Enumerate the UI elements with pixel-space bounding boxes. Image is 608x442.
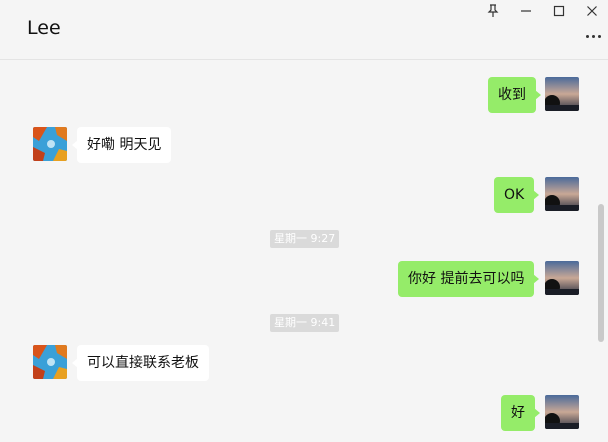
outgoing-message-bubble[interactable]: OK <box>494 177 540 213</box>
scrollbar-thumb[interactable] <box>598 204 604 342</box>
timestamp: 星期一 9:27 <box>270 230 340 248</box>
own-avatar[interactable] <box>545 177 579 211</box>
message-list[interactable]: 收到 好嘞 明天见 OK 星期一 9:27 你好 提前去可以吗 星期一 9:41… <box>0 61 608 442</box>
outgoing-message-bubble[interactable]: 好 <box>501 395 540 431</box>
close-icon[interactable] <box>581 2 603 20</box>
contact-avatar[interactable] <box>33 127 67 161</box>
maximize-icon[interactable] <box>548 2 570 20</box>
contact-avatar[interactable] <box>33 345 67 379</box>
incoming-message-bubble[interactable]: 好嘞 明天见 <box>71 127 172 163</box>
own-avatar[interactable] <box>545 261 579 295</box>
minimize-icon[interactable] <box>515 2 537 20</box>
pin-icon[interactable] <box>482 2 504 20</box>
chat-title: Lee <box>27 17 61 39</box>
more-icon[interactable] <box>584 28 602 44</box>
outgoing-message-bubble[interactable]: 收到 <box>488 77 541 113</box>
own-avatar[interactable] <box>545 77 579 111</box>
own-avatar[interactable] <box>545 395 579 429</box>
outgoing-message-bubble[interactable]: 你好 提前去可以吗 <box>398 261 540 297</box>
timestamp: 星期一 9:41 <box>270 314 340 332</box>
incoming-message-bubble[interactable]: 可以直接联系老板 <box>72 345 209 381</box>
chat-header: Lee <box>0 0 608 60</box>
